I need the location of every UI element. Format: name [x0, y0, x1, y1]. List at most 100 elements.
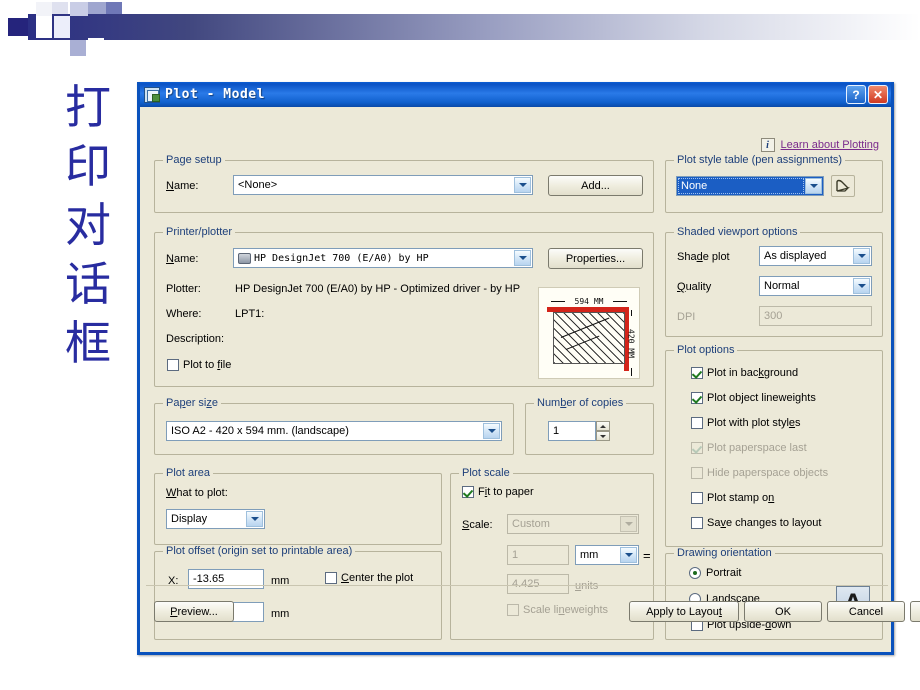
plot-options-legend: Plot options: [674, 344, 738, 356]
shade-plot-value: As displayed: [764, 250, 827, 262]
titlebar-help-button[interactable]: ?: [846, 85, 866, 104]
what-to-plot-combo[interactable]: Display: [166, 509, 265, 529]
chevron-down-icon[interactable]: [483, 423, 500, 439]
paper-size-combo[interactable]: ISO A2 - 420 x 594 mm. (landscape): [166, 421, 502, 441]
portrait-label: Portrait: [706, 567, 742, 579]
copies-spinner[interactable]: [596, 421, 610, 441]
shaded-viewport-group: Shaded viewport options Shade plot As di…: [665, 226, 883, 337]
shaded-viewport-legend: Shaded viewport options: [674, 226, 801, 238]
plot-options-group: Plot options Plot in background Plot obj…: [665, 344, 883, 547]
hide-paperspace-objects-label: Hide paperspace objects: [707, 467, 829, 479]
printer-name-label: Name:: [166, 253, 199, 265]
ok-button-label: OK: [775, 605, 791, 618]
save-changes-to-layout-checkbox[interactable]: Save changes to layout: [691, 517, 821, 529]
drawing-orientation-group: Drawing orientation Portrait Landscape P…: [665, 547, 883, 640]
plot-object-lineweights-checkbox[interactable]: Plot object lineweights: [691, 392, 816, 404]
slide-vertical-title: 打 印 对 话 框: [65, 80, 111, 370]
checkbox-box: [691, 417, 703, 429]
hide-paperspace-objects-checkbox[interactable]: Hide paperspace objects: [691, 467, 828, 479]
preview-button[interactable]: Preview...: [154, 601, 234, 622]
printer-plotter-legend: Printer/plotter: [163, 226, 236, 238]
copies-legend: Number of copies: [534, 397, 627, 409]
page-setup-name-combo[interactable]: <None>: [233, 175, 533, 195]
plot-stamp-on-checkbox[interactable]: Plot stamp on: [691, 492, 774, 504]
titlebar-buttons: ? ✕: [846, 85, 888, 104]
chevron-down-icon[interactable]: [853, 278, 870, 294]
copies-input[interactable]: 1: [548, 421, 596, 441]
scale-value: Custom: [512, 518, 550, 530]
dialog-title: Plot - Model: [165, 87, 265, 102]
footer-separator: [146, 585, 888, 586]
deco-square: [8, 18, 28, 36]
offset-x-input[interactable]: -13.65: [188, 569, 264, 589]
plot-paperspace-last-label: Plot paperspace last: [707, 442, 807, 454]
spinner-down-icon[interactable]: [596, 431, 610, 441]
ok-button[interactable]: OK: [744, 601, 822, 622]
deco-square: [106, 2, 122, 14]
center-the-plot-checkbox[interactable]: Center the plot: [325, 572, 413, 584]
copies-group: Number of copies 1: [525, 397, 654, 455]
fit-to-paper-checkbox[interactable]: Fit to paper: [462, 486, 534, 498]
printer-name-value: HP DesignJet 700 (E/A0) by HP: [254, 252, 429, 264]
plot-dialog-window: Plot - Model ? ✕ i Learn about Plotting …: [137, 82, 920, 655]
plot-with-plot-styles-checkbox[interactable]: Plot with plot styles: [691, 417, 801, 429]
apply-button-label: Apply to Layout: [646, 605, 722, 618]
apply-to-layout-button[interactable]: Apply to Layout: [629, 601, 739, 622]
plot-offset-group: Plot offset (origin set to printable are…: [154, 545, 442, 640]
fit-to-paper-label: Fit to paper: [478, 486, 534, 498]
shade-plot-combo[interactable]: As displayed: [759, 246, 872, 266]
save-changes-to-layout-label: Save changes to layout: [707, 517, 822, 529]
printer-properties-button[interactable]: Properties...: [548, 248, 643, 269]
page-setup-legend: Page setup: [163, 154, 225, 166]
scale-numerator-input[interactable]: 1: [507, 545, 569, 565]
plot-area-group: Plot area What to plot: Display: [154, 467, 442, 545]
scale-lineweights-checkbox[interactable]: Scale lineweights: [507, 604, 608, 616]
chevron-down-icon[interactable]: [514, 250, 531, 266]
checkbox-box: [325, 572, 337, 584]
plot-in-background-checkbox[interactable]: Plot in background: [691, 367, 798, 379]
dpi-input[interactable]: 300: [759, 306, 872, 326]
add-button-label: Add...: [581, 179, 610, 192]
deco-square: [54, 16, 70, 38]
chevron-down-icon[interactable]: [620, 547, 637, 563]
plot-style-table-value: None: [681, 180, 708, 192]
plot-scale-group: Plot scale Fit to paper Scale: Custom 1 …: [450, 467, 654, 640]
pen-edit-button[interactable]: [831, 175, 855, 197]
scale-unit-combo[interactable]: mm: [575, 545, 639, 565]
page-setup-name-value: <None>: [238, 179, 278, 191]
plot-with-plot-styles-label: Plot with plot styles: [707, 417, 801, 429]
learn-about-plotting-link[interactable]: Learn about Plotting: [781, 139, 879, 151]
plot-paperspace-last-checkbox[interactable]: Plot paperspace last: [691, 442, 807, 454]
info-icon: i: [760, 138, 775, 152]
where-value: LPT1:: [235, 308, 265, 320]
titlebar-close-button[interactable]: ✕: [868, 85, 888, 104]
chevron-down-icon[interactable]: [246, 511, 263, 527]
plot-in-background-label: Plot in background: [707, 367, 799, 379]
orientation-portrait-radio[interactable]: Portrait: [689, 567, 741, 579]
cancel-button[interactable]: Cancel: [827, 601, 905, 622]
chevron-down-icon[interactable]: [805, 178, 822, 194]
plot-to-file-checkbox[interactable]: Plot to file: [167, 359, 231, 371]
dialog-titlebar[interactable]: Plot - Model ? ✕: [140, 82, 891, 107]
chevron-down-icon[interactable]: [853, 248, 870, 264]
paper-width-dimension: 594 MM: [551, 295, 627, 307]
quality-combo[interactable]: Normal: [759, 276, 872, 296]
deco-square: [70, 40, 86, 56]
scale-denominator-input[interactable]: 4.425: [507, 574, 569, 594]
plot-scale-legend: Plot scale: [459, 467, 513, 479]
plot-style-table-combo[interactable]: None: [676, 176, 824, 196]
chevron-down-icon[interactable]: [620, 516, 637, 532]
printer-name-combo[interactable]: HP DesignJet 700 (E/A0) by HP: [233, 248, 533, 268]
learn-about-plotting[interactable]: i Learn about Plotting: [760, 138, 879, 152]
help-button[interactable]: Help: [910, 601, 920, 622]
checkbox-box: [691, 442, 703, 454]
shade-plot-label: Shade plot: [677, 251, 730, 263]
paper-size-value: ISO A2 - 420 x 594 mm. (landscape): [171, 425, 349, 437]
chevron-down-icon[interactable]: [514, 177, 531, 193]
scale-combo[interactable]: Custom: [507, 514, 639, 534]
page-setup-name-label: Name:: [166, 180, 199, 192]
spinner-up-icon[interactable]: [596, 421, 610, 431]
pen-edit-icon: [836, 179, 851, 192]
description-label: Description:: [166, 333, 225, 345]
add-page-setup-button[interactable]: Add...: [548, 175, 643, 196]
